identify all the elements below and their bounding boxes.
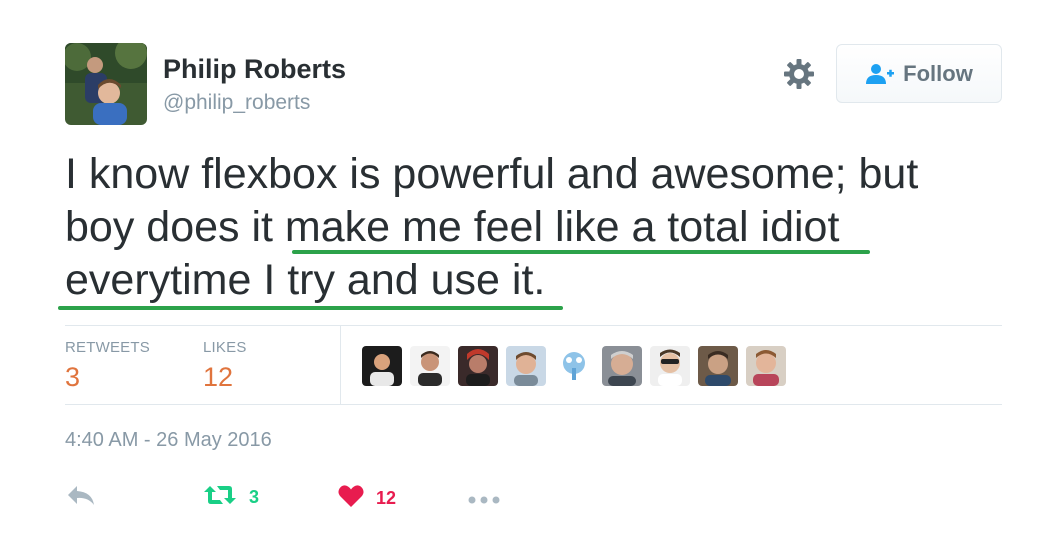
reply-icon [66, 484, 96, 511]
avatar[interactable] [65, 43, 147, 125]
user-name[interactable]: Philip Roberts [163, 54, 346, 85]
liker-avatar[interactable] [698, 346, 738, 386]
stats-vertical-divider [340, 326, 341, 404]
divider-bottom [65, 404, 1002, 405]
liker-avatars [362, 346, 786, 386]
user-handle[interactable]: @philip_roberts [163, 91, 310, 115]
tweet-line-1: I know flexbox is powerful and awesome; … [65, 150, 919, 198]
like-button[interactable]: 12 [338, 484, 396, 513]
likes-count[interactable]: 12 [203, 362, 233, 393]
liker-avatar[interactable] [650, 346, 690, 386]
likes-label[interactable]: LIKES [203, 339, 247, 356]
retweet-icon [203, 484, 237, 511]
tweet-line-2: boy does it make me feel like a total id… [65, 201, 1015, 254]
retweet-button[interactable]: 3 [203, 484, 259, 511]
tweet-timestamp[interactable]: 4:40 AM - 26 May 2016 [65, 429, 272, 452]
liker-avatar[interactable] [746, 346, 786, 386]
tweet-card: Philip Roberts @philip_roberts Follow I … [0, 0, 1062, 534]
follow-button[interactable]: Follow [836, 44, 1002, 103]
divider-top [65, 325, 1002, 326]
tweet-line-2-plain: boy does it [65, 203, 285, 251]
gear-icon[interactable] [782, 57, 816, 91]
follow-label: Follow [903, 60, 973, 86]
tweet-text: I know flexbox is powerful and awesome; … [65, 148, 1015, 307]
highlight-underline-2 [58, 306, 563, 310]
retweet-count: 3 [249, 487, 260, 507]
heart-icon [338, 484, 364, 513]
tweet-line-2-highlight: make me feel like a total idiot [284, 203, 840, 251]
liker-avatar[interactable] [554, 346, 594, 386]
more-button[interactable] [468, 491, 500, 509]
liker-avatar[interactable] [410, 346, 450, 386]
liker-avatar[interactable] [602, 346, 642, 386]
highlight-underline-1 [292, 250, 870, 254]
like-count: 12 [376, 488, 397, 508]
liker-avatar[interactable] [506, 346, 546, 386]
tweet-line-3: everytime I try and use it. [65, 256, 546, 304]
retweets-label[interactable]: RETWEETS [65, 339, 150, 356]
reply-button[interactable] [66, 484, 96, 511]
retweets-count[interactable]: 3 [65, 362, 80, 393]
liker-avatar[interactable] [458, 346, 498, 386]
follow-person-icon [865, 63, 895, 85]
liker-avatar[interactable] [362, 346, 402, 386]
more-icon [468, 491, 500, 509]
